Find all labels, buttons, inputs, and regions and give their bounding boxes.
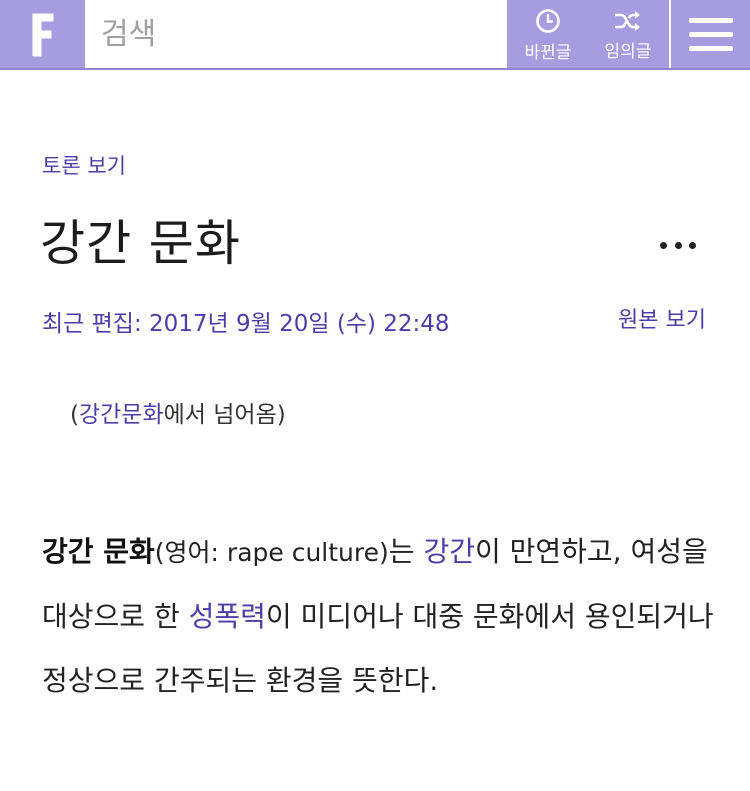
recent-changes-button[interactable]: 바뀐글 [508, 0, 588, 70]
sexual-violence-link[interactable]: 성폭력 [189, 600, 266, 633]
random-page-button[interactable]: 임의글 [588, 0, 668, 70]
page-title: 강간 문화 [40, 215, 241, 272]
article-lead-paragraph: 강간 문화(영어: rape culture)는 강간이 만연하고, 여성을 대… [42, 520, 722, 713]
logo-f-icon [32, 13, 54, 57]
redirect-suffix: 에서 넘어옴) [163, 402, 286, 428]
last-edited-timestamp[interactable]: 최근 편집: 2017년 9월 20일 (수) 22:48 [42, 304, 450, 338]
more-options-button[interactable] [660, 230, 696, 260]
redirect-notice: (강간문화에서 넘어옴) [70, 395, 286, 429]
search-input[interactable] [85, 0, 507, 68]
random-page-label: 임의글 [604, 41, 652, 62]
site-logo[interactable] [0, 0, 84, 70]
rape-link[interactable]: 강간 [423, 535, 475, 568]
article-text-1: 는 [388, 535, 424, 568]
view-source-link[interactable]: 원본 보기 [618, 302, 706, 334]
english-term: (영어: rape culture) [154, 538, 389, 567]
recent-changes-label: 바뀐글 [524, 42, 572, 63]
header-bottom-border [0, 68, 750, 70]
dot-icon [660, 241, 667, 249]
clock-icon [536, 8, 560, 33]
dot-icon [674, 241, 682, 249]
article-term: 강간 문화 [42, 535, 155, 568]
discussion-link[interactable]: 토론 보기 [42, 150, 126, 180]
hamburger-menu-icon [688, 18, 733, 51]
shuffle-icon [615, 10, 640, 31]
top-navigation-bar: 바뀐글 임의글 [0, 0, 750, 70]
main-menu-button[interactable] [671, 0, 750, 70]
redirect-open-paren: ( [70, 402, 79, 428]
redirect-source-link[interactable]: 강간문화 [79, 402, 164, 428]
dot-icon [689, 241, 696, 249]
